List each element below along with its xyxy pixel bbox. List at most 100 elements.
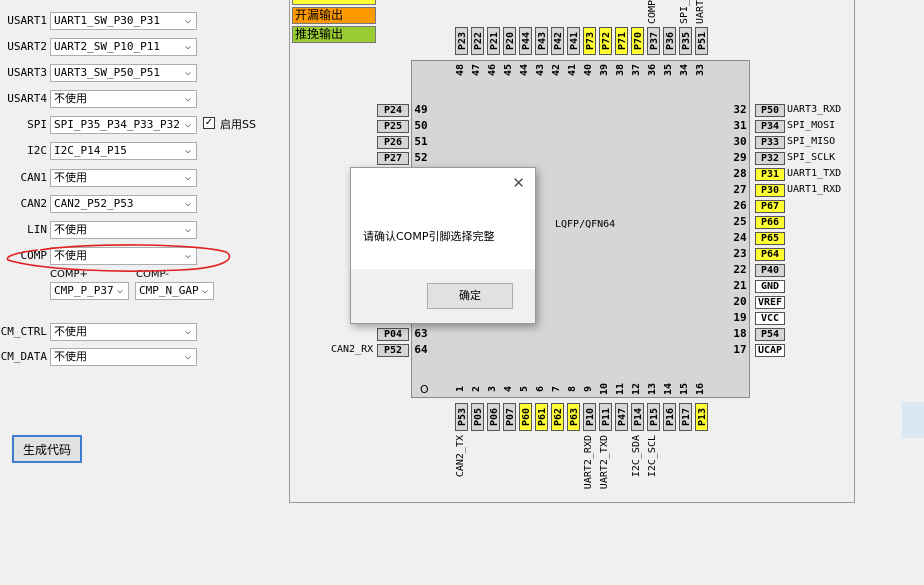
select-cm_ctrl[interactable]: 不使用 ⌵ [50, 323, 197, 341]
pin-number: 4 [503, 385, 514, 393]
legend-open-drain: 开漏输出 [292, 7, 376, 24]
pin-p52: P52 [377, 344, 409, 357]
pin-number: 8 [567, 385, 578, 393]
pin-p15: P15 [647, 403, 660, 431]
pin-p53: P53 [455, 403, 468, 431]
pin-function-label: UART1_RXD [787, 184, 842, 195]
pin-number: 30 [733, 135, 747, 148]
pin-p31: P31 [755, 168, 785, 181]
ss-checkbox[interactable]: ✓ [203, 117, 215, 129]
select-usart2[interactable]: UART2_SW_P10_P11 ⌵ [50, 38, 197, 56]
select-value: UART1_SW_P30_P31 [54, 14, 160, 27]
pin-p16: P16 [663, 403, 676, 431]
select-usart3[interactable]: UART3_SW_P50_P51 ⌵ [50, 64, 197, 82]
select-value: SPI_P35_P34_P33_P32 [54, 118, 180, 131]
pin-p06: P06 [487, 403, 500, 431]
select-value: 不使用 [54, 171, 87, 184]
legend-open-drain-label: 开漏输出 [295, 8, 344, 22]
select-cm_data[interactable]: 不使用 ⌵ [50, 348, 197, 366]
pin-number: 13 [647, 382, 658, 396]
pin-p33: P33 [755, 136, 785, 149]
pin-number: 64 [414, 343, 428, 356]
generate-code-button[interactable]: 生成代码 [12, 435, 82, 463]
ok-button[interactable]: 确定 [427, 283, 513, 309]
chevron-down-icon: ⌵ [184, 119, 191, 130]
pin-p25: P25 [377, 120, 409, 133]
pin-number: 42 [551, 63, 562, 77]
pin-number: 18 [733, 327, 747, 340]
chevron-down-icon: ⌵ [184, 198, 191, 209]
pin-p30: P30 [755, 184, 785, 197]
pin-number: 6 [535, 385, 546, 393]
pin-function-label: SPI_MISO [787, 136, 836, 147]
pin-number: 46 [487, 63, 498, 77]
chevron-down-icon: ⌵ [184, 326, 191, 337]
pin-ucap: UCAP [755, 344, 785, 357]
comp-minus-value: CMP_N_GAP [139, 284, 199, 297]
close-icon[interactable]: ✕ [512, 174, 525, 192]
pin-p34: P34 [755, 120, 785, 133]
pin-number: 22 [733, 263, 747, 276]
chevron-down-icon: ⌵ [201, 285, 208, 296]
legend-push-pull-label: 推挽输出 [295, 27, 344, 41]
pin-p10: P10 [583, 403, 596, 431]
chevron-down-icon: ⌵ [184, 67, 191, 78]
pin-function-label: UART2_RXD [583, 435, 594, 490]
select-i2c[interactable]: I2C_P14_P15 ⌵ [50, 142, 197, 160]
pin-number: 47 [471, 63, 482, 77]
pin-p14: P14 [631, 403, 644, 431]
pin-p62: P62 [551, 403, 564, 431]
pin-function-label: SPI_MOSI [787, 120, 836, 131]
field-label-cm_data: CM_DATA [0, 350, 47, 363]
ss-checkbox-label: 启用SS [220, 118, 256, 131]
pin-p73: P73 [583, 27, 596, 55]
select-value: I2C_P14_P15 [54, 144, 127, 157]
chevron-down-icon: ⌵ [184, 351, 191, 362]
pin-function-label: SPI_SCLK [787, 152, 836, 163]
pin-p26: P26 [377, 136, 409, 149]
pin-p32: P32 [755, 152, 785, 165]
chevron-down-icon: ⌵ [184, 93, 191, 104]
select-can2[interactable]: CAN2_P52_P53 ⌵ [50, 195, 197, 213]
comp-minus-select[interactable]: CMP_N_GAP ⌵ [135, 282, 214, 300]
select-can1[interactable]: 不使用 ⌵ [50, 169, 197, 187]
pin-number: 15 [679, 382, 690, 396]
chevron-down-icon: ⌵ [184, 224, 191, 235]
select-value: CAN2_P52_P53 [54, 197, 134, 210]
select-usart1[interactable]: UART1_SW_P30_P31 ⌵ [50, 12, 197, 30]
pin-number: 49 [414, 103, 428, 116]
pin-p51: P51 [695, 27, 708, 55]
select-usart4[interactable]: 不使用 ⌵ [50, 90, 197, 108]
chevron-down-icon: ⌵ [184, 41, 191, 52]
comp-plus-select[interactable]: CMP_P_P37 ⌵ [50, 282, 129, 300]
generate-code-label: 生成代码 [22, 443, 71, 457]
pin-vcc: VCC [755, 312, 785, 325]
pin-p05: P05 [471, 403, 484, 431]
pin-number: 36 [647, 63, 658, 77]
pin-number: 25 [733, 215, 747, 228]
pin-function-label: I2C_SDA [631, 435, 642, 478]
pin-number: 7 [551, 385, 562, 393]
select-value: 不使用 [54, 223, 87, 236]
pin-p24: P24 [377, 104, 409, 117]
pin-number: 33 [695, 63, 706, 77]
pin-number: 43 [535, 63, 546, 77]
pin-p54: P54 [755, 328, 785, 341]
pin-number: 11 [615, 382, 626, 396]
select-lin[interactable]: 不使用 ⌵ [50, 221, 197, 239]
field-label-i2c: I2C [27, 144, 47, 157]
pin-number: 3 [487, 385, 498, 393]
pin-p21: P21 [487, 27, 500, 55]
chevron-down-icon: ⌵ [116, 285, 123, 296]
select-value: 不使用 [54, 92, 87, 105]
select-spi[interactable]: SPI_P35_P34_P33_P32 ⌵ [50, 116, 197, 134]
pin-number: 50 [414, 119, 428, 132]
comp-plus-value: CMP_P_P37 [54, 284, 114, 297]
select-value: 不使用 [54, 350, 87, 363]
chevron-down-icon: ⌵ [184, 145, 191, 156]
pin-number: 2 [471, 385, 482, 393]
pin-p20: P20 [503, 27, 516, 55]
field-label-usart4: USART4 [7, 92, 47, 105]
pin-number: 44 [519, 63, 530, 77]
pin-function-label: COMP [647, 0, 658, 24]
